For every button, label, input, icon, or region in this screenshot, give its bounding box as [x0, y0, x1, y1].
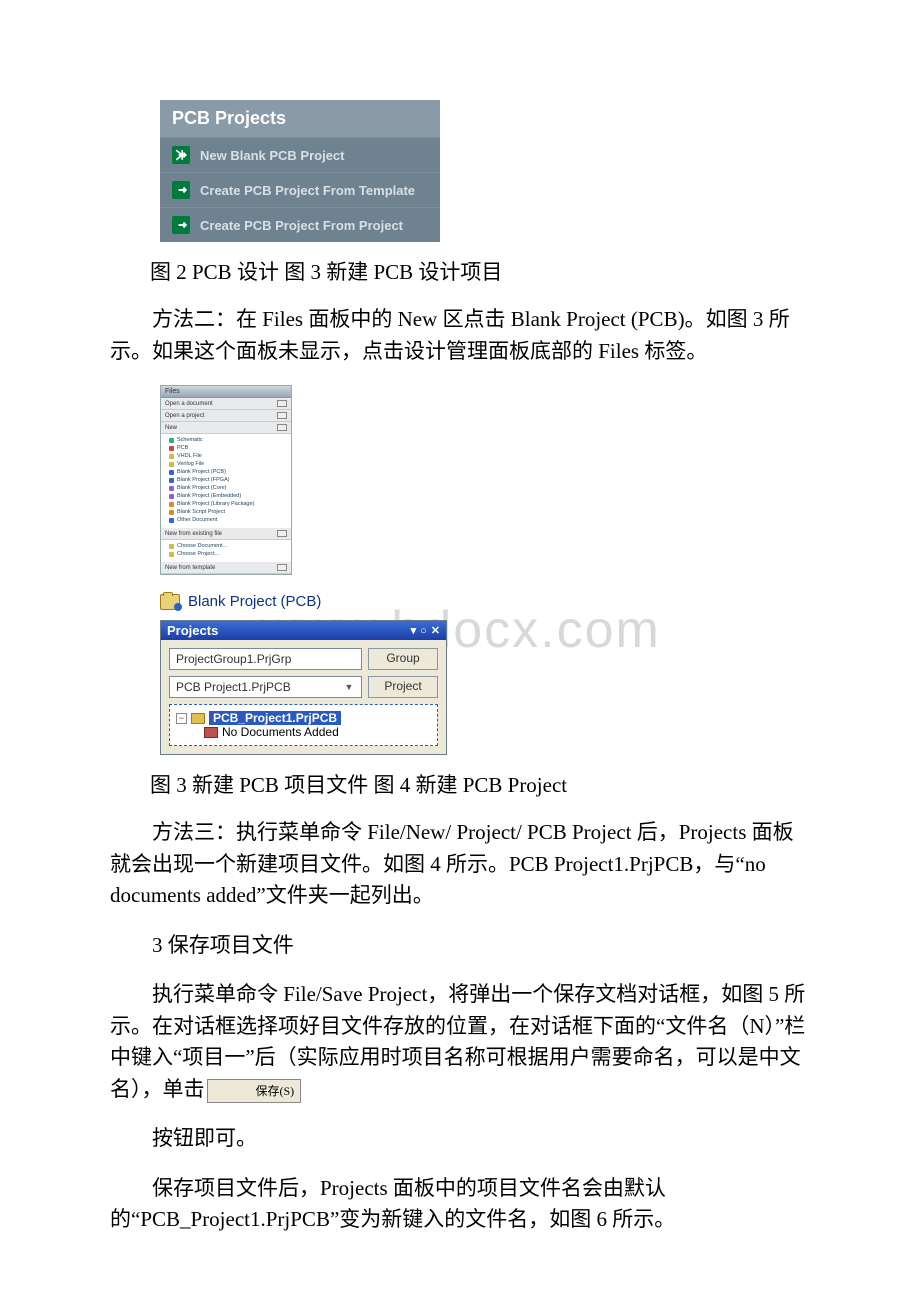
- pcb-item-label: New Blank PCB Project: [200, 148, 345, 163]
- figure3-4-caption: 图 3 新建 PCB 项目文件 图 4 新建 PCB Project: [150, 769, 810, 799]
- tree-child-row: No Documents Added: [204, 725, 431, 739]
- paragraph-method2: 方法二：在 Files 面板中的 New 区点击 Blank Project (…: [110, 304, 810, 367]
- doc-icon: [169, 510, 174, 515]
- list-item[interactable]: Choose Project...: [169, 550, 287, 558]
- tree-child-label: No Documents Added: [222, 725, 339, 739]
- pcb-item-new-blank[interactable]: New Blank PCB Project: [160, 137, 440, 172]
- projects-panel-titlebar: Projects ▾ ○ ✕: [161, 621, 446, 640]
- project-group-field[interactable]: ProjectGroup1.PrjGrp: [169, 648, 362, 670]
- files-panel: Files Open a document Open a project New…: [160, 385, 292, 575]
- collapse-icon[interactable]: [277, 400, 287, 407]
- list-item[interactable]: Blank Project (PCB): [169, 468, 287, 476]
- pcb-projects-header: PCB Projects: [160, 100, 440, 137]
- files-section-open-document[interactable]: Open a document: [161, 398, 291, 410]
- files-new-list: Schematic PCB VHDL File Verilog File Bla…: [161, 434, 291, 528]
- collapse-icon[interactable]: [277, 530, 287, 537]
- empty-folder-icon: [204, 727, 218, 738]
- pcb-item-from-template[interactable]: Create PCB Project From Template: [160, 172, 440, 207]
- pin-icon[interactable]: ○: [420, 625, 427, 637]
- collapse-icon[interactable]: [277, 564, 287, 571]
- project-folder-icon: [191, 713, 205, 724]
- files-panel-title: Files: [161, 386, 291, 398]
- collapse-icon[interactable]: [277, 424, 287, 431]
- paragraph-save-2: 按钮即可。: [110, 1123, 810, 1155]
- doc-icon: [169, 518, 174, 523]
- doc-icon: [169, 502, 174, 507]
- list-item[interactable]: Choose Document...: [169, 542, 287, 550]
- project-button[interactable]: Project: [368, 676, 438, 698]
- save-button-image: 保存(S): [207, 1079, 302, 1103]
- files-section-new[interactable]: New: [161, 422, 291, 434]
- doc-icon: [169, 478, 174, 483]
- files-section-new-from-existing[interactable]: New from existing file: [161, 528, 291, 540]
- files-section-new-from-template[interactable]: New from template: [161, 562, 291, 574]
- link-label: Blank Project (PCB): [188, 593, 321, 610]
- list-item[interactable]: Blank Project (FPGA): [169, 476, 287, 484]
- doc-icon: [169, 544, 174, 549]
- doc-icon: [169, 462, 174, 467]
- heading-save-project: 3 保存项目文件: [110, 930, 810, 962]
- doc-icon: [169, 454, 174, 459]
- blank-project-pcb-link[interactable]: Blank Project (PCB): [160, 593, 810, 610]
- arrow-right-icon: [172, 146, 190, 164]
- project-select-field[interactable]: PCB Project1.PrjPCB ▼: [169, 676, 362, 698]
- projects-tree: − PCB_Project1.PrjPCB No Documents Added: [169, 704, 438, 746]
- doc-icon: [169, 552, 174, 557]
- paragraph-save-3: 保存项目文件后，Projects 面板中的项目文件名会由默认的“PCB_Proj…: [110, 1173, 810, 1236]
- tree-collapse-icon[interactable]: −: [176, 713, 187, 724]
- dropdown-icon[interactable]: ▾: [411, 624, 417, 637]
- figure2-3-caption: 图 2 PCB 设计 图 3 新建 PCB 设计项目: [150, 256, 810, 286]
- list-item[interactable]: Blank Project (Embedded): [169, 492, 287, 500]
- list-item[interactable]: Schematic: [169, 436, 287, 444]
- doc-icon: [169, 486, 174, 491]
- chevron-down-icon[interactable]: ▼: [343, 682, 355, 692]
- list-item[interactable]: Blank Project (Library Package): [169, 500, 287, 508]
- tree-root-row[interactable]: − PCB_Project1.PrjPCB: [176, 711, 431, 725]
- paragraph-method3: 方法三：执行菜单命令 File/New/ Project/ PCB Projec…: [110, 817, 810, 912]
- projects-panel-title: Projects: [167, 623, 218, 638]
- close-icon[interactable]: ✕: [431, 624, 440, 637]
- pcb-item-label: Create PCB Project From Project: [200, 218, 403, 233]
- project-icon: [160, 594, 180, 610]
- list-item[interactable]: Other Document: [169, 516, 287, 524]
- list-item[interactable]: Blank Project (Core): [169, 484, 287, 492]
- list-item[interactable]: VHDL File: [169, 452, 287, 460]
- pcb-projects-panel: PCB Projects New Blank PCB Project Creat…: [160, 100, 440, 242]
- tree-selected-label: PCB_Project1.PrjPCB: [209, 711, 341, 725]
- arrow-right-icon: [172, 216, 190, 234]
- doc-icon: [169, 446, 174, 451]
- projects-panel: Projects ▾ ○ ✕ ProjectGroup1.PrjGrp Grou…: [160, 620, 447, 755]
- list-item[interactable]: Verilog File: [169, 460, 287, 468]
- doc-icon: [169, 494, 174, 499]
- group-button[interactable]: Group: [368, 648, 438, 670]
- paragraph-save-1: 执行菜单命令 File/Save Project，将弹出一个保存文档对话框，如图…: [110, 979, 810, 1105]
- doc-icon: [169, 438, 174, 443]
- list-item[interactable]: PCB: [169, 444, 287, 452]
- list-item[interactable]: Blank Script Project: [169, 508, 287, 516]
- files-section-open-project[interactable]: Open a project: [161, 410, 291, 422]
- pcb-item-label: Create PCB Project From Template: [200, 183, 415, 198]
- collapse-icon[interactable]: [277, 412, 287, 419]
- pcb-item-from-project[interactable]: Create PCB Project From Project: [160, 207, 440, 242]
- doc-icon: [169, 470, 174, 475]
- arrow-right-icon: [172, 181, 190, 199]
- files-existing-list: Choose Document... Choose Project...: [161, 540, 291, 562]
